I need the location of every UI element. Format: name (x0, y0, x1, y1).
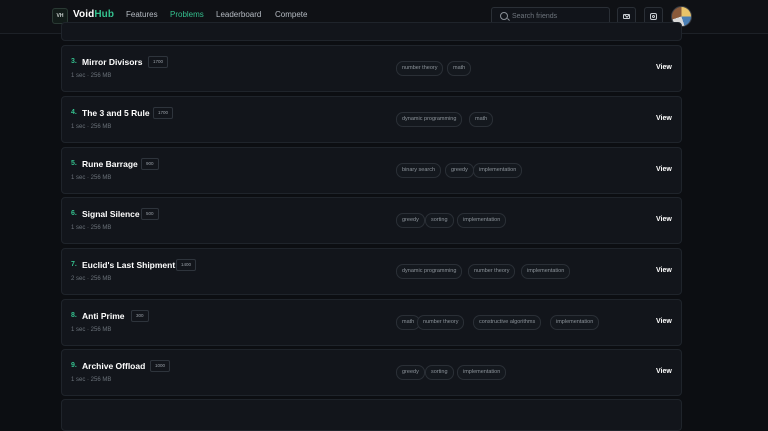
problem-title[interactable]: Signal Silence (82, 209, 140, 219)
tag-chip[interactable]: sorting (425, 365, 454, 380)
rating-badge: 1400 (176, 259, 197, 271)
view-button[interactable]: View (656, 368, 672, 375)
rating-badge: 1700 (148, 56, 169, 68)
problem-title[interactable]: Archive Offload (82, 361, 145, 371)
tag-chip[interactable]: greedy (396, 365, 425, 380)
problem-number: 3. (71, 58, 77, 65)
tag-chip[interactable]: implementation (457, 365, 507, 380)
problem-limits: 2 sec · 256 MB (71, 276, 112, 282)
problem-card[interactable]: 7. Euclid's Last Shipment 1400 2 sec · 256 … (61, 248, 682, 295)
tag-chip[interactable]: math (469, 112, 494, 127)
problem-card-partial-bottom (61, 399, 682, 431)
tag-chip[interactable]: greedy (445, 163, 474, 178)
nav-features[interactable]: Features (126, 10, 158, 19)
tag-chip[interactable]: dynamic programming (396, 112, 463, 127)
problem-card[interactable]: 8. Anti Prime 300 1 sec · 256 MB math number … (61, 299, 682, 346)
view-button[interactable]: View (656, 166, 672, 173)
problem-limits: 1 sec · 256 MB (71, 73, 112, 79)
problem-number: 8. (71, 312, 77, 319)
problem-card[interactable]: 9. Archive Offload 1000 1 sec · 256 MB greed… (61, 349, 682, 396)
problem-limits: 1 sec · 256 MB (71, 175, 112, 181)
instagram-icon (650, 13, 657, 20)
view-button[interactable]: View (656, 318, 672, 325)
rating-badge: 900 (141, 158, 159, 170)
tag-chip[interactable]: constructive algorithms (473, 315, 542, 330)
mail-icon (623, 14, 630, 19)
problem-title[interactable]: Mirror Divisors (82, 57, 142, 67)
problem-card[interactable]: 5. Rune Barrage 900 1 sec · 256 MB binary se… (61, 147, 682, 194)
brand-name[interactable]: VoidHub (73, 9, 114, 20)
tag-chip[interactable]: implementation (457, 213, 507, 228)
problem-card[interactable]: 4. The 3 and 5 Rule 1700 1 sec · 256 MB dyna… (61, 96, 682, 143)
rating-badge: 1000 (150, 360, 171, 372)
tag-chip[interactable]: implementation (473, 163, 523, 178)
brand-accent: Hub (94, 9, 115, 20)
view-button[interactable]: View (656, 64, 672, 71)
problem-number: 6. (71, 210, 77, 217)
problem-number: 7. (71, 261, 77, 268)
problem-title[interactable]: The 3 and 5 Rule (82, 108, 150, 118)
problem-number: 9. (71, 362, 77, 369)
rating-badge: 300 (131, 310, 149, 322)
nav-compete[interactable]: Compete (275, 10, 307, 19)
tag-chip[interactable]: number theory (417, 315, 465, 330)
tag-chip[interactable]: number theory (468, 264, 516, 279)
problem-card[interactable]: 3. Mirror Divisors 1700 1 sec · 256 MB numbe… (61, 45, 682, 92)
search-icon (500, 12, 508, 20)
tag-chip[interactable]: sorting (425, 213, 454, 228)
problem-number: 4. (71, 109, 77, 116)
problem-number: 5. (71, 160, 77, 167)
tag-chip[interactable]: number theory (396, 61, 444, 76)
problem-limits: 1 sec · 256 MB (71, 225, 112, 231)
tag-chip[interactable]: dynamic programming (396, 264, 463, 279)
brand-main: Void (73, 9, 95, 20)
view-button[interactable]: View (656, 267, 672, 274)
problem-limits: 1 sec · 256 MB (71, 124, 112, 130)
view-button[interactable]: View (656, 115, 672, 122)
nav-leaderboard[interactable]: Leaderboard (216, 10, 261, 19)
problem-title[interactable]: Rune Barrage (82, 159, 138, 169)
tag-chip[interactable]: greedy (396, 213, 425, 228)
tag-chip[interactable]: implementation (550, 315, 600, 330)
search-placeholder: Search friends (512, 13, 558, 20)
tag-chip[interactable]: binary search (396, 163, 442, 178)
problem-limits: 1 sec · 256 MB (71, 327, 112, 333)
view-button[interactable]: View (656, 216, 672, 223)
tag-chip[interactable]: math (447, 61, 472, 76)
nav-problems[interactable]: Problems (170, 10, 204, 19)
problem-card[interactable]: 6. Signal Silence 500 1 sec · 256 MB greedy s… (61, 197, 682, 244)
tag-chip[interactable]: implementation (521, 264, 571, 279)
rating-badge: 500 (141, 208, 159, 220)
problem-title[interactable]: Euclid's Last Shipment (82, 260, 175, 270)
problem-limits: 1 sec · 256 MB (71, 377, 112, 383)
problem-title[interactable]: Anti Prime (82, 311, 125, 321)
rating-badge: 1700 (153, 107, 174, 119)
problem-card-partial-top (61, 22, 682, 41)
